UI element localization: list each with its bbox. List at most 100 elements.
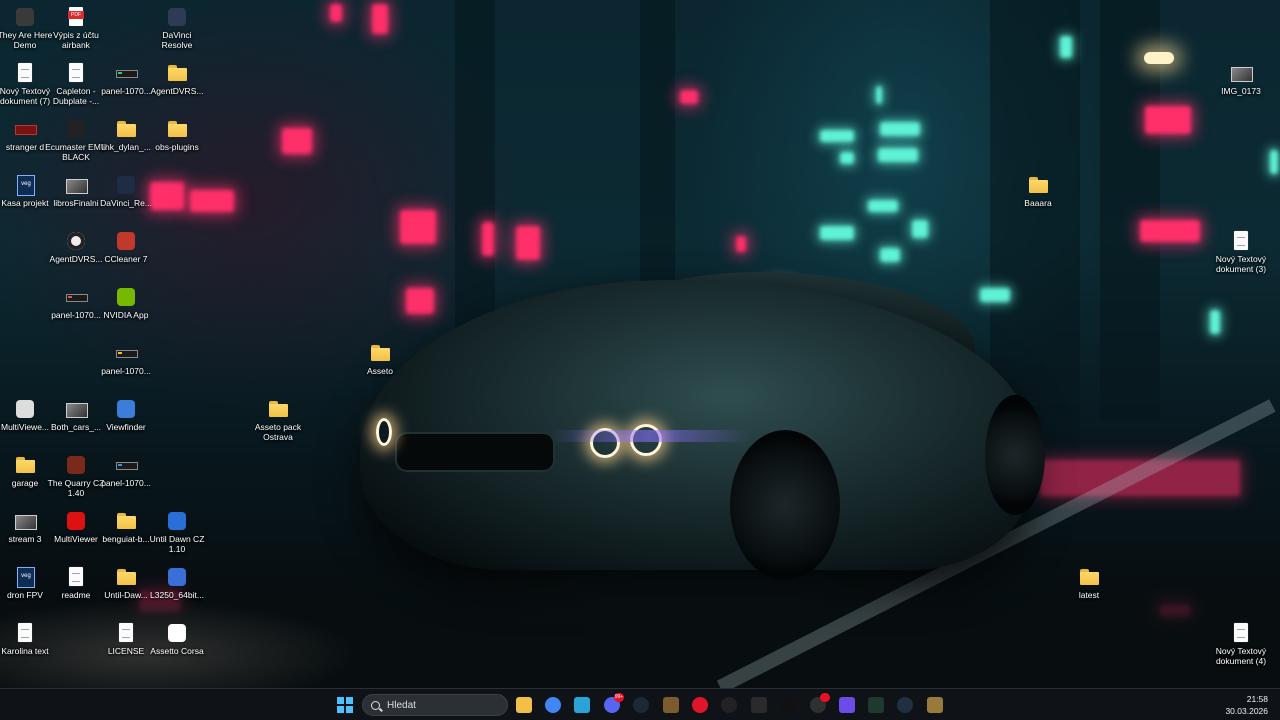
- desktop-icon[interactable]: Nový Textový dokument (3): [1210, 230, 1272, 274]
- notification-badge: 99+: [614, 693, 624, 702]
- desktop-icon-label: Nový Textový dokument (3): [1215, 254, 1267, 274]
- desktop-icon-label: NVIDIA App: [103, 310, 149, 320]
- desktop-icon-label: L3250_64bit...: [150, 590, 204, 600]
- pdf-icon: [65, 6, 87, 28]
- desktop-icon-label: IMG_0173: [1221, 86, 1261, 96]
- text-file-icon: [1230, 622, 1252, 644]
- desktop-icon[interactable]: NVIDIA App: [95, 286, 157, 320]
- taskbar-button[interactable]: [660, 694, 682, 716]
- desktop-icon[interactable]: Until Dawn CZ 1.10: [146, 510, 208, 554]
- taskbar-button[interactable]: [542, 694, 564, 716]
- desktop-icon-label: MultiViewe...: [0, 422, 50, 432]
- chatgpt-icon: [721, 697, 737, 713]
- discord-icon: 99+: [604, 693, 624, 713]
- desktop-icon-label: panel-1070...: [101, 478, 151, 488]
- desktop-icon[interactable]: L3250_64bit...: [146, 566, 208, 600]
- desktop-app-icon: [574, 697, 590, 713]
- davinci-icon: [166, 6, 188, 28]
- desktop-icon-label: dron FPV: [7, 590, 43, 600]
- taskbar-button[interactable]: [865, 694, 887, 716]
- desktop-icon-label: AgentDVRS...: [150, 86, 204, 96]
- text-file-icon: [14, 62, 36, 84]
- clock-date: 30.03.2026: [1225, 706, 1268, 716]
- taskbar-button[interactable]: [513, 694, 535, 716]
- ccleaner-icon: [115, 230, 137, 252]
- desktop-icon[interactable]: Karolina text: [0, 622, 56, 656]
- multiviewer-f1-icon: [65, 510, 87, 532]
- desktop-icon-label: panel-1070...: [51, 310, 101, 320]
- video-thumb-icon: [14, 510, 37, 532]
- circle-app-icon: [780, 697, 796, 713]
- davinci-icon: [115, 174, 137, 196]
- taskbar-button[interactable]: [924, 694, 946, 716]
- panel-image-icon: [115, 342, 138, 364]
- obs-icon: [810, 693, 830, 713]
- anchor-app-icon: [897, 697, 913, 713]
- desktop-icon[interactable]: Asseto: [349, 342, 411, 376]
- multiviewer-icon: [14, 398, 36, 420]
- ecumaster-icon: [65, 118, 87, 140]
- taskbar-button[interactable]: [630, 694, 652, 716]
- taskbar-button[interactable]: [718, 694, 740, 716]
- desktop-icon-label: panel-1070...: [101, 366, 151, 376]
- start-button[interactable]: [334, 694, 356, 716]
- system-clock[interactable]: 21:58 30.03.2026: [1208, 693, 1268, 717]
- taskbar-button[interactable]: [748, 694, 770, 716]
- desktop-icon-label: link_dylan_...: [101, 142, 151, 152]
- clock-time: 21:58: [1246, 694, 1268, 704]
- desktop-icon[interactable]: IMG_0173: [1210, 62, 1272, 96]
- desktop-icon[interactable]: DaVinci_Re...: [95, 174, 157, 208]
- desktop-icon[interactable]: panel-1070...: [95, 342, 157, 376]
- desktop-icon[interactable]: Výpis z účtu airbank: [45, 6, 107, 50]
- desktop-icon[interactable]: DaVinci Resolve: [146, 6, 208, 50]
- notification-badge: [820, 693, 830, 702]
- taskbar-button[interactable]: [836, 694, 858, 716]
- desktop-icon-label: CCleaner 7: [104, 254, 148, 264]
- taskbar-button[interactable]: [807, 693, 830, 716]
- taskbar-button[interactable]: [689, 694, 711, 716]
- desktop-icon-label: stream 3: [8, 534, 42, 544]
- folder-icon: [14, 454, 36, 476]
- desktop-icon-label: benguiat-b...: [102, 534, 150, 544]
- desktop-icon-label: Both_cars_...: [50, 422, 102, 432]
- terminal-icon: [868, 697, 884, 713]
- desktop-icon-label: DaVinci_Re...: [100, 198, 152, 208]
- desktop-icon[interactable]: Nový Textový dokument (4): [1210, 622, 1272, 666]
- desktop-icon-label: obs-plugins: [155, 142, 199, 152]
- nvidia-icon: [115, 286, 137, 308]
- desktop-icon-label: Until Dawn CZ 1.10: [149, 534, 205, 554]
- desktop-icon[interactable]: panel-1070...: [95, 454, 157, 488]
- desktop-icon[interactable]: AgentDVRS...: [146, 62, 208, 96]
- desktop-icon-label: LICENSE: [107, 646, 145, 656]
- desktop-icon[interactable]: Asseto pack Ostrava: [247, 398, 309, 442]
- desktop-icon-label: Nový Textový dokument (4): [1215, 646, 1267, 666]
- desktop-icon[interactable]: obs-plugins: [146, 118, 208, 152]
- desktop-icon[interactable]: Viewfinder: [95, 398, 157, 432]
- grid-app-icon: [839, 697, 855, 713]
- search-icon: [371, 700, 380, 710]
- taskbar-button[interactable]: [571, 694, 593, 716]
- audio-file-icon: [65, 62, 87, 84]
- folder-icon: [166, 118, 188, 140]
- desktop-icon[interactable]: latest: [1058, 566, 1120, 600]
- viewfinder-icon: [115, 398, 137, 420]
- folder-icon: [166, 62, 188, 84]
- panel-image-icon: [115, 454, 138, 476]
- panel-image-icon: [65, 286, 88, 308]
- desktop-icon-label: Assetto Corsa: [150, 646, 204, 656]
- desktop-icon[interactable]: Baaara: [1007, 174, 1069, 208]
- desktop-icon-label: garage: [11, 478, 39, 488]
- folder-icon: [267, 398, 289, 420]
- vegas-project-icon: [14, 566, 36, 588]
- desktop-icon[interactable]: Assetto Corsa: [146, 622, 208, 656]
- search-box[interactable]: Hledat: [362, 694, 508, 716]
- image-thumb-icon: [1230, 62, 1253, 84]
- text-file-icon: [115, 622, 137, 644]
- taskbar-button[interactable]: 99+: [601, 693, 624, 716]
- folder-icon: [1027, 174, 1049, 196]
- taskbar-button[interactable]: [894, 694, 916, 716]
- desktop-icon[interactable]: CCleaner 7: [95, 230, 157, 264]
- taskbar-button[interactable]: [777, 694, 799, 716]
- desktop-icon-label: Výpis z účtu airbank: [53, 30, 99, 50]
- video-thumb-icon: [14, 118, 37, 140]
